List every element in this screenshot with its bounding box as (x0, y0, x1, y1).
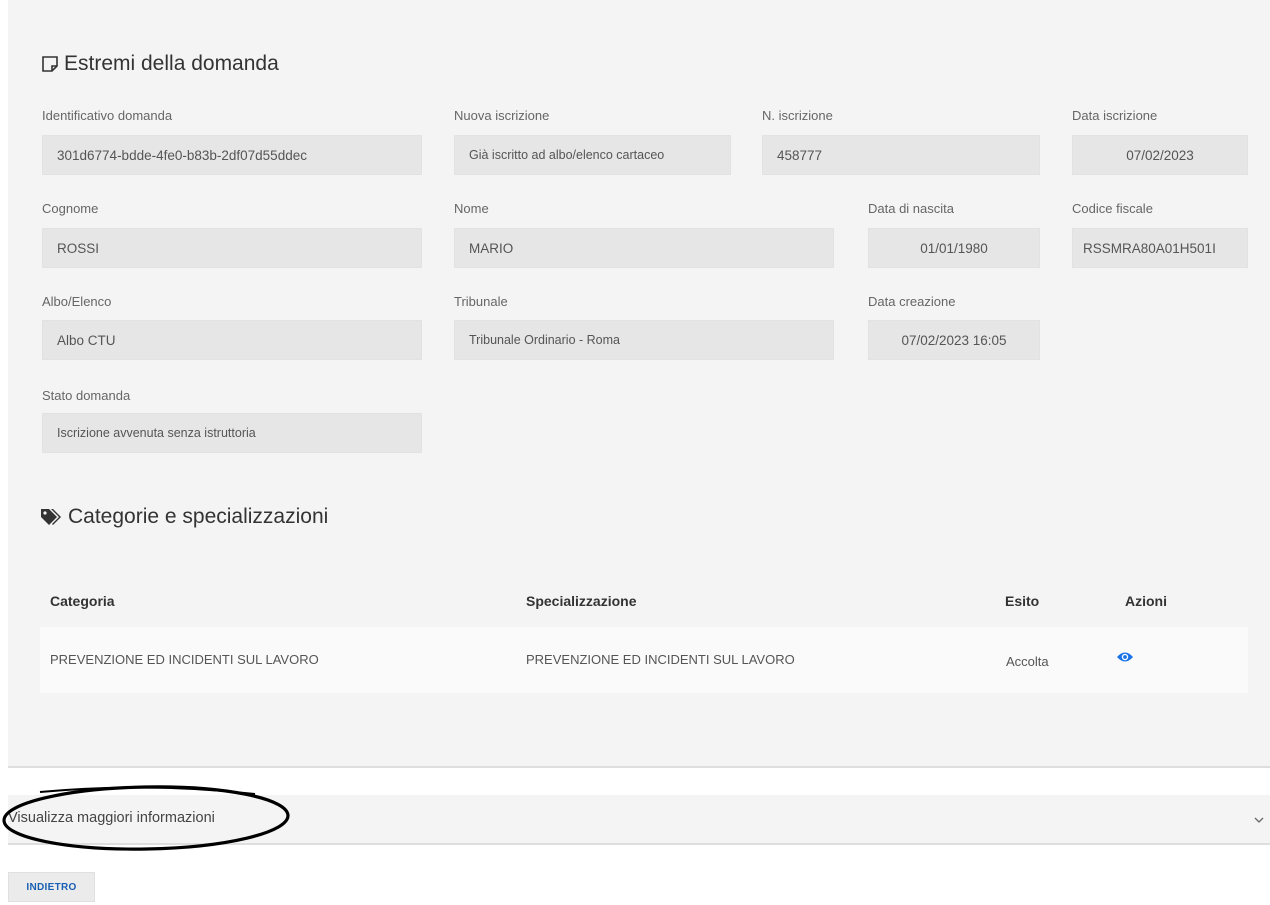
data-creazione-label: Data creazione (868, 294, 956, 309)
data-iscrizione-label: Data iscrizione (1072, 108, 1158, 123)
section-categorie-title: Categorie e specializzazioni (40, 505, 328, 529)
cell-categoria: PREVENZIONE ED INCIDENTI SUL LAVORO (50, 652, 319, 667)
header-specializzazione: Specializzazione (526, 593, 637, 609)
section-estremi-label: Estremi della domanda (64, 52, 279, 75)
nome-label: Nome (454, 201, 489, 216)
eye-icon[interactable] (1116, 650, 1134, 669)
n-iscrizione-field: 458777 (762, 135, 1040, 175)
codice-fiscale-field: RSSMRA80A01H501I (1072, 228, 1248, 268)
tribunale-label: Tribunale (454, 294, 508, 309)
chevron-down-icon[interactable] (1254, 813, 1264, 827)
tribunale-field: Tribunale Ordinario - Roma (454, 320, 834, 360)
stato-field: Iscrizione avvenuta senza istruttoria (42, 413, 422, 453)
data-nascita-field: 01/01/1980 (868, 228, 1040, 268)
stato-label: Stato domanda (42, 388, 131, 403)
albo-field: Albo CTU (42, 320, 422, 360)
tags-icon (40, 507, 64, 527)
cell-esito: Accolta (1006, 654, 1049, 669)
codice-fiscale-label: Codice fiscale (1072, 201, 1153, 216)
header-azioni: Azioni (1125, 593, 1167, 609)
cell-specializzazione: PREVENZIONE ED INCIDENTI SUL LAVORO (526, 652, 795, 667)
n-iscrizione-label: N. iscrizione (762, 108, 833, 123)
nuova-iscrizione-field: Già iscritto ad albo/elenco cartaceo (454, 135, 731, 175)
cognome-field: ROSSI (42, 228, 422, 268)
section-categorie-label: Categorie e specializzazioni (68, 505, 329, 528)
cognome-label: Cognome (42, 201, 99, 216)
section-estremi-title: Estremi della domanda (40, 52, 279, 76)
header-esito: Esito (1005, 593, 1040, 609)
data-creazione-field: 07/02/2023 16:05 (868, 320, 1040, 360)
more-info-accordion[interactable]: Visualizza maggiori informazioni (8, 795, 1270, 845)
albo-label: Albo/Elenco (42, 294, 112, 309)
identificativo-field: 301d6774-bdde-4fe0-b83b-2df07d55ddec (42, 135, 422, 175)
back-button[interactable]: INDIETRO (8, 872, 95, 902)
data-nascita-label: Data di nascita (868, 201, 954, 216)
nuova-iscrizione-label: Nuova iscrizione (454, 108, 550, 123)
data-iscrizione-field: 07/02/2023 (1072, 135, 1248, 175)
table-row: PREVENZIONE ED INCIDENTI SUL LAVORO PREV… (40, 627, 1248, 693)
identificativo-label: Identificativo domanda (42, 108, 173, 123)
header-categoria: Categoria (50, 593, 115, 609)
more-info-label[interactable]: Visualizza maggiori informazioni (8, 810, 215, 826)
note-icon (40, 54, 60, 74)
nome-field: MARIO (454, 228, 834, 268)
